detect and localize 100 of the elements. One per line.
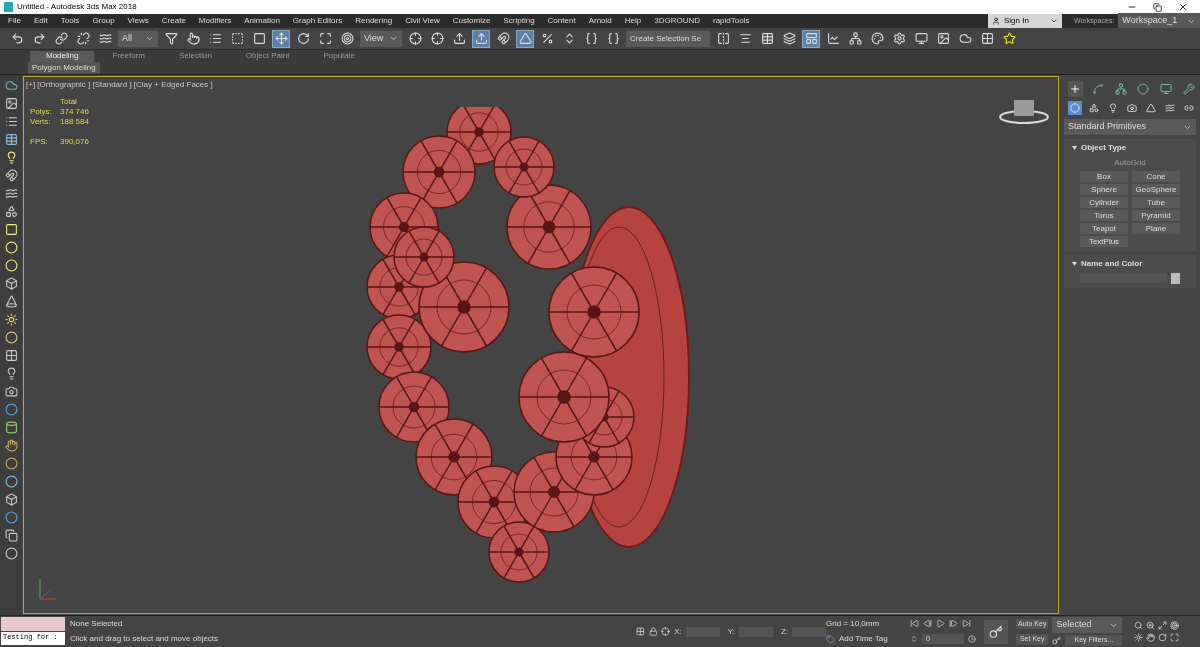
- triangle-icon[interactable]: [1144, 101, 1158, 115]
- reference-coordinate-dropdown[interactable]: View: [360, 30, 402, 47]
- menu-item[interactable]: Tools: [60, 15, 80, 27]
- key-mode-dropdown[interactable]: Selected: [1052, 617, 1123, 634]
- magnet-icon[interactable]: [4, 169, 18, 182]
- menu-item[interactable]: rapidTools: [713, 15, 750, 27]
- menu-item[interactable]: Views: [127, 15, 149, 27]
- waves-icon[interactable]: [4, 187, 18, 200]
- menu-item[interactable]: Animation: [244, 15, 280, 27]
- sun-icon[interactable]: [4, 313, 18, 326]
- menu-item[interactable]: Modifiers: [198, 15, 232, 27]
- primitive-button[interactable]: Plane: [1132, 223, 1180, 234]
- primitive-button[interactable]: Pyramid: [1132, 210, 1180, 221]
- named-selection-field[interactable]: Create Selection Se: [626, 30, 710, 47]
- plus-icon[interactable]: [1068, 81, 1083, 97]
- viewport[interactable]: [+] [Orthographic ] [Standard ] [Clay + Edged Faces ] Total Polys: 374 746 Verts: 188 584 FPS: 390,076: [23, 76, 1059, 614]
- primitive-button[interactable]: Torus: [1080, 210, 1128, 221]
- grid-icon[interactable]: [4, 349, 18, 362]
- menu-item[interactable]: Content: [547, 15, 576, 27]
- cone-icon[interactable]: [4, 295, 18, 308]
- cylinder-icon[interactable]: [4, 421, 18, 434]
- z-field[interactable]: [792, 626, 826, 637]
- menu-item[interactable]: Group: [92, 15, 115, 27]
- ribbon-tab[interactable]: Freeform: [96, 50, 161, 62]
- category-dropdown[interactable]: Standard Primitives: [1064, 119, 1196, 135]
- primitive-button[interactable]: Box: [1080, 171, 1128, 182]
- menu-item[interactable]: Edit: [33, 15, 48, 27]
- color-swatch[interactable]: [1171, 273, 1180, 284]
- menu-item[interactable]: File: [8, 15, 21, 27]
- play-icon[interactable]: [936, 619, 945, 628]
- menu-item[interactable]: Customize: [452, 15, 491, 27]
- primitive-button[interactable]: Teapot: [1080, 223, 1128, 234]
- frame-spinner-icon[interactable]: [910, 635, 918, 643]
- orbit-icon[interactable]: [1158, 633, 1168, 642]
- selection-filter-dropdown[interactable]: All: [118, 30, 158, 47]
- viewport-label[interactable]: [+] [Orthographic ] [Standard ] [Clay + Edged Faces ]: [26, 79, 213, 91]
- menu-item[interactable]: Rendering: [355, 15, 393, 27]
- upload-icon[interactable]: [472, 29, 490, 48]
- cloud-icon[interactable]: [4, 79, 18, 92]
- square-icon[interactable]: [4, 223, 18, 236]
- magnet-icon[interactable]: [494, 29, 512, 48]
- hierarchy-icon[interactable]: [1113, 81, 1128, 97]
- list-icon[interactable]: [4, 115, 18, 128]
- primitive-button[interactable]: Tube: [1132, 197, 1180, 208]
- zoom-icon[interactable]: [1146, 621, 1156, 630]
- menu-item[interactable]: Create: [161, 15, 186, 27]
- previous-frame-icon[interactable]: [923, 619, 932, 628]
- crosshair-icon[interactable]: [406, 29, 424, 48]
- hand-icon[interactable]: [4, 439, 18, 452]
- copy-icon[interactable]: [4, 529, 18, 542]
- move-icon[interactable]: [272, 29, 290, 48]
- hand-icon[interactable]: [1146, 633, 1156, 642]
- shapes-icon[interactable]: [1087, 101, 1101, 115]
- image-icon[interactable]: [4, 97, 18, 110]
- next-frame-icon[interactable]: [949, 619, 958, 628]
- menu-item[interactable]: Civil View: [405, 15, 440, 27]
- menu-item[interactable]: Scripting: [503, 15, 535, 27]
- shapes-icon[interactable]: [4, 205, 18, 218]
- menu-item[interactable]: Graph Editors: [292, 15, 343, 27]
- box-icon[interactable]: [4, 493, 18, 506]
- ribbon-tab[interactable]: Populate: [307, 50, 371, 62]
- lock-icon[interactable]: [648, 627, 658, 636]
- primitive-button[interactable]: Cylinder: [1080, 197, 1128, 208]
- crosshair-icon[interactable]: [428, 29, 446, 48]
- sun-icon[interactable]: [1134, 633, 1144, 642]
- box-icon[interactable]: [4, 277, 18, 290]
- camera-icon[interactable]: [4, 385, 18, 398]
- link-icon[interactable]: [52, 29, 70, 48]
- ribbon-panel-tab[interactable]: Polygon Modeling: [28, 62, 100, 74]
- close-icon[interactable]: [1178, 2, 1188, 12]
- workspace-dropdown[interactable]: Workspace_1: [1118, 13, 1200, 29]
- menu-item[interactable]: Help: [624, 15, 642, 27]
- ribbon-tab[interactable]: Modeling: [30, 50, 95, 62]
- primitive-button[interactable]: Sphere: [1080, 184, 1128, 195]
- palette-icon[interactable]: [868, 29, 886, 48]
- monitor-icon[interactable]: [1158, 81, 1174, 97]
- add-time-tag-button[interactable]: Add Time Tag: [826, 633, 906, 646]
- restore-icon[interactable]: [1153, 2, 1162, 12]
- layers-icon[interactable]: [780, 29, 798, 48]
- network-icon[interactable]: [846, 29, 864, 48]
- unlink-icon[interactable]: [74, 29, 92, 48]
- panel-icon[interactable]: [802, 29, 820, 48]
- primitive-button[interactable]: TextPlus: [1080, 236, 1128, 247]
- camera-icon[interactable]: [1125, 101, 1139, 115]
- primitive-button[interactable]: Cone: [1132, 171, 1180, 182]
- ribbon-tab[interactable]: Selection: [162, 50, 228, 62]
- search-icon[interactable]: [1134, 621, 1144, 630]
- sign-in-dropdown[interactable]: Sign In: [988, 14, 1062, 28]
- go-to-end-icon[interactable]: [962, 619, 971, 628]
- go-to-start-icon[interactable]: [910, 619, 919, 628]
- rollout-header[interactable]: Object Type: [1064, 139, 1196, 157]
- curve-icon[interactable]: [1090, 81, 1106, 97]
- maximize-icon[interactable]: [1158, 621, 1168, 630]
- wrench-icon[interactable]: [1181, 81, 1197, 97]
- pointer-icon[interactable]: [184, 29, 202, 48]
- key-icon[interactable]: [1052, 636, 1062, 646]
- primitive-button[interactable]: GeoSphere: [1132, 184, 1180, 195]
- ribbon-tab[interactable]: Object Paint: [229, 50, 306, 62]
- menu-item[interactable]: Arnold: [588, 15, 612, 27]
- circle-icon[interactable]: [4, 259, 18, 272]
